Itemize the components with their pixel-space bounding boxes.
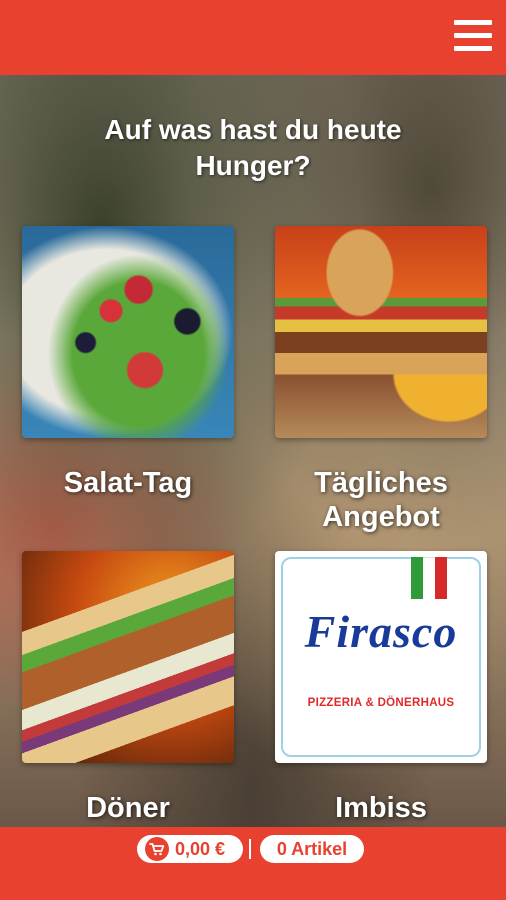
hamburger-line [454, 33, 492, 38]
top-app-bar [0, 0, 506, 75]
article-count-value: 0 Artikel [276, 839, 348, 859]
flag-stripe-green [411, 557, 423, 599]
hamburger-line [454, 46, 492, 51]
category-tile-doner[interactable] [22, 551, 234, 763]
category-tile-imbiss[interactable]: Firasco PIZZERIA & DÖNERHAUS [275, 551, 487, 763]
cart-total-value: 0,00 € [175, 839, 226, 859]
headline-line-1: Auf was hast du heute [104, 114, 402, 145]
bottom-cart-bar: 0,00 € 0 Artikel [0, 827, 506, 900]
salat-label-text: Salat-Tag [63, 467, 193, 499]
flag-stripe-white [423, 557, 435, 600]
category-label-doner[interactable]: Döner [22, 791, 234, 825]
category-tile-angebot[interactable] [275, 226, 487, 438]
firasco-logo-subtitle: PIZZERIA & DÖNERHAUS [307, 697, 455, 709]
imbiss-label-text: Imbiss [335, 792, 427, 824]
angebot-label-line-1: Tägliches [314, 467, 448, 499]
hamburger-menu-icon [454, 20, 492, 25]
category-label-imbiss[interactable]: Imbiss [275, 791, 487, 825]
category-label-angebot[interactable]: Tägliches Angebot [275, 466, 487, 534]
article-count-button[interactable]: 0 Artikel [260, 835, 364, 863]
flag-stripe-red [435, 557, 447, 599]
page-headline: Auf was hast du heute Hunger? [0, 112, 506, 184]
angebot-label-line-2: Angebot [322, 501, 440, 533]
footer-divider [249, 839, 251, 859]
firasco-logo-word: Firasco [304, 606, 458, 657]
shopping-cart-icon [145, 837, 169, 861]
category-tile-salat[interactable] [22, 226, 234, 438]
menu-button[interactable] [454, 18, 492, 54]
italian-flag-icon [411, 557, 449, 600]
headline-line-2: Hunger? [195, 150, 311, 181]
doner-label-text: Döner [86, 792, 170, 824]
category-label-salat[interactable]: Salat-Tag [22, 466, 234, 500]
cart-total-button[interactable]: 0,00 € [137, 835, 243, 863]
